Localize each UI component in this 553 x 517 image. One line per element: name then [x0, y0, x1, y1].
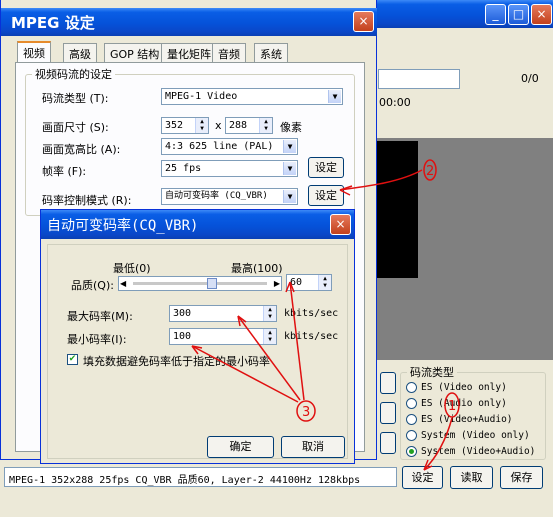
stream-type-option-label: System (Video only): [421, 430, 530, 441]
tab-video[interactable]: 视频: [17, 41, 51, 63]
spin-arrows-icon[interactable]: ▲ ▼: [195, 118, 208, 133]
pixel-unit-label: 像素: [280, 121, 302, 134]
fps-settings-button[interactable]: 设定: [308, 157, 344, 178]
slider-track: [133, 282, 267, 285]
radio-button[interactable]: [406, 430, 417, 441]
height-value: 288: [229, 120, 248, 131]
filename-field[interactable]: [378, 69, 460, 89]
aspect-ratio-select[interactable]: 4:3 625 line (PAL) ▼: [161, 138, 298, 155]
fps-select[interactable]: 25 fps ▼: [161, 160, 298, 177]
counter-label: 0/0: [521, 72, 539, 85]
chevron-down-icon[interactable]: ▼: [283, 140, 296, 153]
stream-type-radio-list: ES (Video only) ES (Audio only) ES (Video+…: [406, 381, 546, 461]
radio-button[interactable]: [406, 382, 417, 393]
fill-checkbox-label: 填充数据避免码率低于指定的最小码率: [83, 355, 270, 368]
fps-value: 25 fps: [165, 163, 202, 174]
max-rate-stepper[interactable]: 300 ▲ ▼: [169, 305, 277, 322]
min-rate-label: 最小码率(I):: [67, 333, 127, 346]
tab-audio[interactable]: 音频: [212, 43, 246, 62]
settings-title: MPEG 设定: [11, 14, 95, 32]
radio-button[interactable]: [406, 398, 417, 409]
spin-arrows-icon[interactable]: ▲ ▼: [263, 329, 276, 344]
main-settings-button[interactable]: 设定: [402, 466, 443, 489]
preview-video: [376, 141, 418, 278]
stream-type-option[interactable]: System (Video only): [406, 429, 546, 445]
max-rate-unit: kbits/sec: [284, 308, 339, 319]
stream-type-select[interactable]: MPEG-1 Video ▼: [161, 88, 343, 105]
min-rate-unit: kbits/sec: [284, 331, 339, 342]
spin-arrows-icon[interactable]: ▲ ▼: [263, 306, 276, 321]
stream-type-label: 码流类型 (T):: [42, 92, 109, 105]
slider-min-label: 最低(0): [113, 262, 151, 275]
vbr-title: 自动可变码率(CQ_VBR): [47, 218, 199, 234]
aspect-ratio-value: 4:3 625 line (PAL): [165, 141, 274, 152]
status-bar-text: MPEG-1 352x288 25fps CQ_VBR 品质60, Layer-…: [9, 475, 361, 486]
checkmark-icon: ✔: [68, 354, 77, 364]
quality-slider[interactable]: ◀ ▶: [118, 276, 282, 291]
min-rate-stepper[interactable]: 100 ▲ ▼: [169, 328, 277, 345]
stream-type-option[interactable]: System (Video+Audio): [406, 445, 546, 461]
stream-type-option[interactable]: ES (Video+Audio): [406, 413, 546, 429]
maximize-icon[interactable]: □: [508, 4, 529, 25]
ok-button[interactable]: 确定: [207, 436, 274, 458]
tab-quant-matrix[interactable]: 量化矩阵: [161, 43, 217, 62]
time-label: 00:00: [379, 96, 411, 109]
main-side-button-2[interactable]: [380, 402, 396, 424]
chevron-down-icon[interactable]: ▼: [283, 162, 296, 175]
rate-mode-select[interactable]: 自动可变码率 (CQ_VBR) ▼: [161, 188, 298, 205]
radio-button[interactable]: [406, 414, 417, 425]
stream-type-group-label: 码流类型: [410, 366, 454, 379]
main-side-button-1[interactable]: [380, 372, 396, 394]
close-icon[interactable]: ×: [531, 4, 552, 25]
stream-type-option[interactable]: ES (Video only): [406, 381, 546, 397]
stream-type-option-label: System (Video+Audio): [421, 446, 536, 457]
tab-gop[interactable]: GOP 结构: [104, 43, 166, 62]
spin-arrows-icon[interactable]: ▲ ▼: [318, 275, 331, 290]
height-stepper[interactable]: 288 ▲ ▼: [225, 117, 273, 134]
main-side-button-3[interactable]: [380, 432, 396, 454]
vbr-close-icon[interactable]: ×: [330, 214, 351, 235]
rate-mode-label: 码率控制模式 (R):: [42, 194, 132, 207]
fps-label: 帧率 (F):: [42, 165, 87, 178]
slider-left-arrow-icon[interactable]: ◀: [120, 277, 126, 290]
video-stream-group-label: 视频码流的设定: [35, 68, 112, 81]
rate-mode-value: 自动可变码率 (CQ_VBR): [165, 191, 268, 201]
width-stepper[interactable]: 352 ▲ ▼: [161, 117, 209, 134]
status-bar: MPEG-1 352x288 25fps CQ_VBR 品质60, Layer-…: [4, 467, 397, 487]
stream-type-option[interactable]: ES (Audio only): [406, 397, 546, 413]
max-rate-label: 最大码率(M):: [67, 310, 133, 323]
fill-checkbox[interactable]: ✔: [67, 354, 78, 365]
save-button[interactable]: 保存: [500, 466, 543, 489]
slider-thumb[interactable]: [207, 278, 218, 289]
width-value: 352: [165, 120, 184, 131]
cancel-button[interactable]: 取消: [281, 436, 345, 458]
quality-label: 品质(Q):: [71, 279, 114, 292]
rate-mode-settings-button[interactable]: 设定: [308, 185, 344, 206]
radio-button[interactable]: [406, 446, 417, 457]
frame-size-label: 画面尺寸 (S):: [42, 121, 109, 134]
quality-value: 60: [290, 277, 303, 288]
tab-system[interactable]: 系统: [254, 43, 288, 62]
vbr-title-bar: 自动可变码率(CQ_VBR) ×: [41, 210, 354, 239]
stream-type-value: MPEG-1 Video: [165, 91, 238, 102]
settings-close-icon[interactable]: ×: [353, 11, 374, 32]
tab-advanced[interactable]: 高级: [63, 43, 97, 62]
min-rate-value: 100: [173, 331, 192, 342]
load-button[interactable]: 读取: [450, 466, 493, 489]
chevron-down-icon[interactable]: ▼: [283, 190, 296, 203]
chevron-down-icon[interactable]: ▼: [328, 90, 341, 103]
stream-type-option-label: ES (Video+Audio): [421, 414, 513, 425]
max-rate-value: 300: [173, 308, 192, 319]
vbr-dialog: 自动可变码率(CQ_VBR) × 最低(0) 最高(100) 品质(Q): ◀ …: [40, 209, 355, 464]
minimize-icon[interactable]: _: [485, 4, 506, 25]
stream-type-option-label: ES (Video only): [421, 382, 507, 393]
slider-max-label: 最高(100): [231, 262, 283, 275]
quality-stepper[interactable]: 60 ▲ ▼: [286, 274, 332, 291]
aspect-ratio-label: 画面宽高比 (A):: [42, 143, 121, 156]
settings-title-bar: MPEG 设定 ×: [1, 8, 377, 36]
stream-type-option-label: ES (Audio only): [421, 398, 507, 409]
slider-right-arrow-icon[interactable]: ▶: [274, 277, 280, 290]
size-separator: x: [215, 119, 222, 132]
spin-arrows-icon[interactable]: ▲ ▼: [259, 118, 272, 133]
